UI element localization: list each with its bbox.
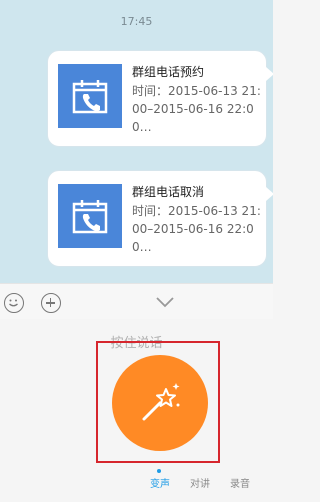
card-title: 群组电话预约: [132, 65, 205, 79]
card-body: 时间：2015-06-13 21:00–2015-06-16 22:00…: [132, 204, 261, 254]
chevron-down-icon[interactable]: [155, 296, 175, 308]
tab-voice-change[interactable]: 变声: [150, 475, 170, 490]
message-timestamp: 17:45: [120, 15, 153, 28]
smiley-icon[interactable]: [4, 293, 24, 313]
tab-intercom[interactable]: 对讲: [190, 475, 210, 490]
voice-panel: 按住说话 变声 对讲 录音: [0, 319, 273, 502]
plus-circle-icon[interactable]: [41, 293, 61, 313]
card-title: 群组电话取消: [132, 185, 205, 199]
input-toolbar: [0, 283, 273, 320]
calendar-phone-icon: [58, 184, 122, 248]
chat-area: 17:45 群组电话预约 时间：2015-06-13 21:00–2015-06…: [0, 0, 273, 283]
group-call-card[interactable]: 群组电话预约 时间：2015-06-13 21:00–2015-06-16 22…: [47, 50, 273, 147]
tab-record[interactable]: 录音: [230, 475, 250, 490]
group-call-card[interactable]: 群组电话取消 时间：2015-06-13 21:00–2015-06-16 22…: [47, 170, 273, 267]
card-body: 时间：2015-06-13 21:00–2015-06-16 22:00…: [132, 84, 261, 134]
voice-change-button[interactable]: [112, 355, 208, 451]
active-tab-indicator: [157, 469, 161, 473]
calendar-phone-icon: [58, 64, 122, 128]
magic-wand-icon: [142, 383, 180, 421]
